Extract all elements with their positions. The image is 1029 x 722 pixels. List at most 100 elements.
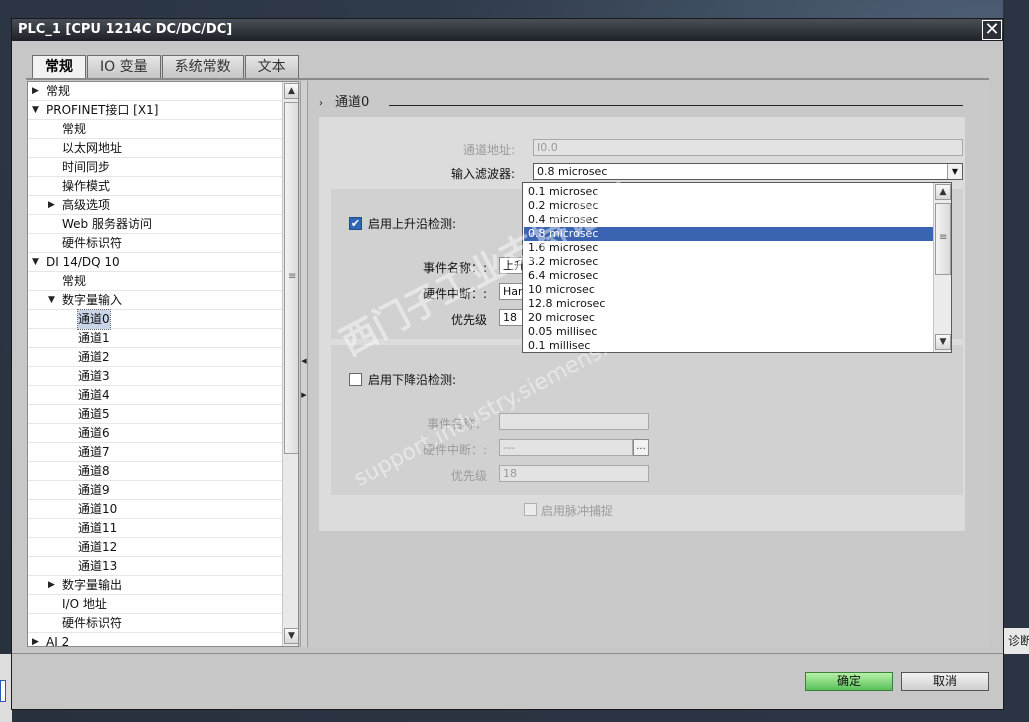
tree-item-label: 硬件标识符 (62, 236, 123, 250)
tree-item[interactable]: ▶ 常规 (28, 82, 282, 101)
chevron-down-icon[interactable]: ▼ (947, 164, 962, 179)
tree-item[interactable]: 常规 (28, 272, 282, 291)
falling-hardware-interrupt-field: --- (499, 439, 633, 456)
tab-divider (26, 78, 989, 80)
tree-item-label: 硬件标识符 (62, 616, 123, 630)
tree-item-label: 数字量输出 (62, 578, 123, 592)
diagnostics-tab[interactable]: 诊断 (1003, 628, 1029, 654)
expanded-arrow-icon[interactable]: ▼ (32, 253, 42, 272)
tree-item[interactable]: 硬件标识符 (28, 234, 282, 253)
tree-item-label: 时间同步 (62, 160, 111, 174)
tree-item-label: 通道13 (78, 559, 118, 573)
tree-item[interactable]: 通道13 (28, 557, 282, 576)
dropdown-option[interactable]: 0.05 millisec (524, 325, 933, 339)
panel-splitter[interactable]: ◀ ▶ (300, 81, 308, 647)
scrollbar-thumb[interactable]: ≡ (284, 102, 298, 454)
tree-item[interactable]: 通道7 (28, 443, 282, 462)
tree-item[interactable]: 硬件标识符 (28, 614, 282, 633)
tree-item-label: I/O 地址 (62, 597, 107, 611)
tree-item[interactable]: 通道3 (28, 367, 282, 386)
expanded-arrow-icon[interactable]: ▼ (32, 101, 42, 120)
tab-io-tags[interactable]: IO 变量 (87, 55, 161, 79)
input-filter-value: 0.8 microsec (537, 165, 608, 178)
tree-item-label: 通道11 (78, 521, 118, 535)
tree-item-label: 操作模式 (62, 179, 111, 193)
section-header[interactable]: › 通道0 (319, 91, 369, 110)
tree-item[interactable]: 通道12 (28, 538, 282, 557)
tree-item-label: Web 服务器访问 (62, 217, 152, 231)
dropdown-scrollbar[interactable]: ▲ ≡ ▼ (933, 183, 951, 352)
tree-item[interactable]: ▼ 数字量输入 (28, 291, 282, 310)
scroll-up-icon[interactable]: ▲ (935, 184, 951, 200)
collapsed-arrow-icon[interactable]: ▶ (32, 633, 42, 646)
dropdown-option[interactable]: 10 microsec (524, 283, 933, 297)
tree-item-label: 通道4 (78, 388, 110, 402)
collapse-left-icon[interactable]: ◀ (301, 357, 307, 371)
tree-item-label: 通道5 (78, 407, 110, 421)
tree-item[interactable]: 通道8 (28, 462, 282, 481)
tree-item[interactable]: 以太网地址 (28, 139, 282, 158)
tree-item[interactable]: ▼ PROFINET接口 [X1] (28, 101, 282, 120)
tab-system-constants[interactable]: 系统常数 (161, 55, 244, 79)
tree-item-label: 通道0 (77, 309, 111, 330)
scroll-down-icon[interactable]: ▼ (284, 628, 298, 644)
collapsed-arrow-icon[interactable]: ▶ (48, 576, 58, 595)
dropdown-option[interactable]: 20 microsec (524, 311, 933, 325)
falling-priority-field: 18 (499, 465, 649, 482)
tree-item[interactable]: 通道5 (28, 405, 282, 424)
falling-edge-group: 启用下降沿检测: 事件名称： 硬件中断：: --- ... 优先级 18 (331, 345, 963, 495)
tree-item[interactable]: 通道1 (28, 329, 282, 348)
tree-item[interactable]: 时间同步 (28, 158, 282, 177)
tab-general[interactable]: 常规 (32, 55, 86, 80)
tree-item[interactable]: Web 服务器访问 (28, 215, 282, 234)
tree-item[interactable]: 通道2 (28, 348, 282, 367)
expand-right-icon[interactable]: ▶ (301, 391, 307, 405)
browse-button[interactable]: ... (633, 439, 649, 456)
tree-item[interactable]: 通道0 (28, 309, 282, 330)
ok-button[interactable]: 确定 (805, 672, 893, 691)
tree-item-label: 常规 (46, 84, 71, 98)
cancel-button[interactable]: 取消 (901, 672, 989, 691)
falling-edge-checkbox[interactable] (349, 373, 362, 386)
dropdown-scrollbar-thumb[interactable]: ≡ (935, 203, 951, 275)
dialog-title: PLC_1 [CPU 1214C DC/DC/DC] (12, 19, 1003, 41)
chevron-right-icon: › (319, 98, 323, 109)
scroll-down-icon[interactable]: ▼ (935, 334, 951, 350)
tree-item-label: 通道2 (78, 350, 110, 364)
dropdown-option[interactable]: 6.4 microsec (524, 269, 933, 283)
tree-item[interactable]: ▶ 数字量输出 (28, 576, 282, 595)
tree-item[interactable]: 操作模式 (28, 177, 282, 196)
tree-item[interactable]: 通道6 (28, 424, 282, 443)
rising-edge-checkbox[interactable]: ✔ (349, 217, 362, 230)
tree-item-label: 通道6 (78, 426, 110, 440)
tree-item[interactable]: 通道4 (28, 386, 282, 405)
tree-item[interactable]: 常规 (28, 120, 282, 139)
channel-address-label: 通道地址: (462, 143, 515, 157)
tree-item[interactable]: 通道10 (28, 500, 282, 519)
tree-item[interactable]: ▼ DI 14/DQ 10 (28, 253, 282, 272)
pulse-catch-checkbox[interactable] (524, 503, 537, 516)
tree-item[interactable]: I/O 地址 (28, 595, 282, 614)
close-button[interactable]: ✕ (982, 20, 1002, 40)
tab-bar: 常规 IO 变量 系统常数 文本 (32, 55, 300, 80)
tree-item[interactable]: 通道11 (28, 519, 282, 538)
falling-edge-label: 启用下降沿检测: (368, 373, 457, 387)
scroll-up-icon[interactable]: ▲ (284, 83, 298, 99)
pulse-catch-label: 启用脉冲捕捉 (541, 504, 614, 518)
background-window-edge: 诊断 (1003, 0, 1029, 722)
tree-scrollbar[interactable]: ▲ ≡ ▼ (282, 82, 298, 646)
navigation-tree: ▶ 常规 ▼ PROFINET接口 [X1] 常规 以太网地址 时间同步 操作模式 ▶ 高级选项 W… (27, 81, 299, 647)
tab-texts[interactable]: 文本 (244, 55, 299, 79)
dropdown-option[interactable]: 3.2 microsec (524, 255, 933, 269)
dropdown-option[interactable]: 12.8 microsec (524, 297, 933, 311)
expanded-arrow-icon[interactable]: ▼ (48, 291, 58, 310)
collapsed-arrow-icon[interactable]: ▶ (32, 82, 42, 101)
tree-item[interactable]: ▶ 高级选项 (28, 196, 282, 215)
collapsed-arrow-icon[interactable]: ▶ (48, 196, 58, 215)
tree-item-label: 高级选项 (62, 198, 111, 212)
tree-item[interactable]: ▶ AI 2 (28, 633, 282, 646)
tree-item[interactable]: 通道9 (28, 481, 282, 500)
tree-item-label: 通道9 (78, 483, 110, 497)
tree-item-label: 通道1 (78, 331, 110, 345)
tree-item-label: 通道7 (78, 445, 110, 459)
